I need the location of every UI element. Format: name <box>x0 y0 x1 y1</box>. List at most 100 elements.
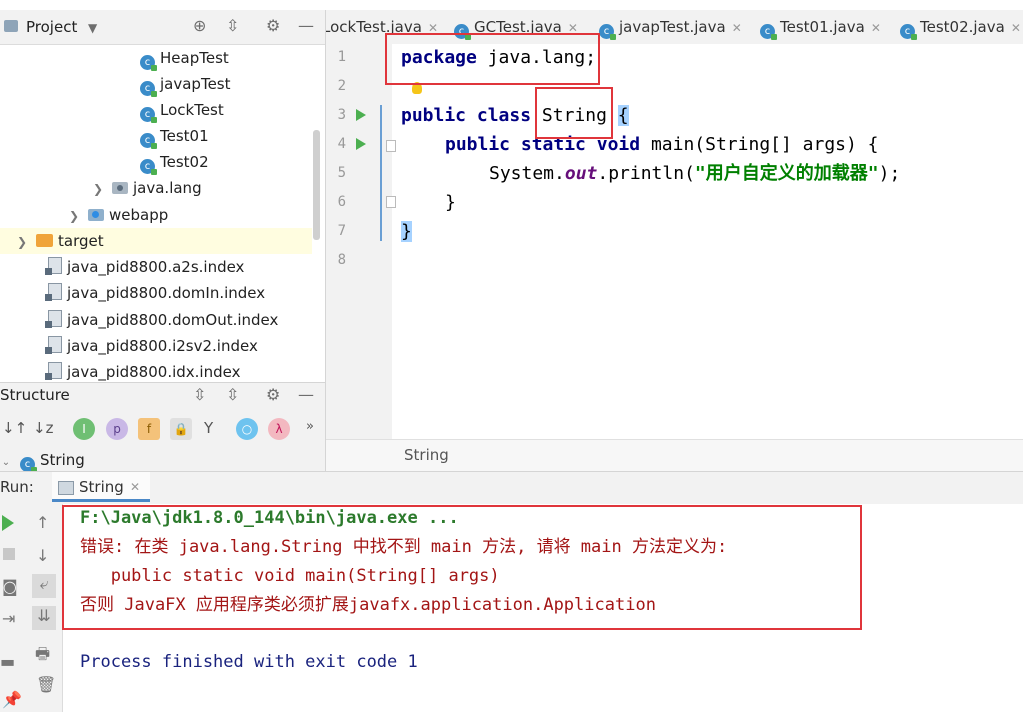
class-icon: c <box>140 55 157 71</box>
project-panel-title[interactable]: Project <box>26 18 77 36</box>
tree-item[interactable]: c HeapTest <box>140 45 229 71</box>
expand-all-icon[interactable]: ⇳ <box>193 387 206 403</box>
fold-icon[interactable] <box>386 196 396 208</box>
package-icon <box>112 182 128 194</box>
file-icon <box>45 362 62 380</box>
tree-item[interactable]: ❯ java.lang <box>92 175 202 201</box>
class-icon: c <box>599 24 616 40</box>
close-icon[interactable]: ✕ <box>732 21 742 35</box>
tab-javaptest[interactable]: c javapTest.java ✕ <box>599 10 742 44</box>
line-number: 1 <box>337 49 346 65</box>
show-inherited-icon[interactable]: I <box>73 418 95 440</box>
print-icon[interactable]: 🖶 <box>35 643 50 670</box>
arrow-down-icon[interactable]: ↓ <box>36 546 49 565</box>
locate-icon[interactable]: ⊕ <box>193 18 206 34</box>
collapse-all-icon[interactable]: ⇳ <box>226 18 239 34</box>
run-panel-header <box>0 471 1023 506</box>
project-view-icon <box>4 20 18 32</box>
class-icon: c <box>140 81 157 97</box>
collapse-all-icon[interactable]: ⇳ <box>226 387 239 403</box>
tree-item[interactable]: java_pid8800.i2sv2.index <box>45 333 258 359</box>
console-line: Process finished with exit code 1 <box>80 652 418 672</box>
file-icon <box>45 310 62 328</box>
code-line-6: } <box>445 192 456 213</box>
show-lambdas-icon[interactable]: ○ <box>236 418 258 440</box>
folder-icon <box>36 234 53 247</box>
class-icon: c <box>760 24 777 40</box>
show-anonymous-icon[interactable]: Y <box>204 419 213 437</box>
class-icon: c <box>140 133 157 149</box>
structure-panel-title: Structure <box>0 386 70 404</box>
tree-item[interactable]: c javapTest <box>140 71 231 97</box>
run-gutter-icon[interactable] <box>356 109 366 121</box>
rerun-icon[interactable] <box>2 515 14 531</box>
annotation-box <box>385 33 600 85</box>
tree-item[interactable]: c Test02 <box>140 149 209 175</box>
run-panel-label: Run: <box>0 478 34 496</box>
camera-icon[interactable]: ◙ <box>2 577 18 596</box>
show-fields-icon[interactable]: f <box>138 418 160 440</box>
close-icon[interactable]: ✕ <box>871 21 881 35</box>
line-number: 2 <box>337 78 346 94</box>
chevron-right-icon[interactable]: ❯ <box>68 203 80 229</box>
structure-item[interactable]: ⌄ c String <box>0 451 85 473</box>
tab-test02[interactable]: c Test02.java ✕ <box>900 10 1021 44</box>
tree-item[interactable]: ❯ target <box>0 228 312 254</box>
lambda-icon[interactable]: λ <box>268 418 290 440</box>
code-editor[interactable] <box>392 44 1023 439</box>
tree-item[interactable]: c LockTest <box>140 97 224 123</box>
minimize-icon[interactable]: — <box>298 387 314 403</box>
chevron-down-icon[interactable]: ⌄ <box>0 457 12 468</box>
arrow-up-icon[interactable]: ↑ <box>36 513 49 532</box>
trash-icon[interactable]: 🗑 <box>36 675 56 694</box>
sort-by-type-icon[interactable]: ↓↑ <box>2 419 27 437</box>
class-icon: c <box>20 457 37 473</box>
run-gutter-icon[interactable] <box>356 138 366 150</box>
annotation-box <box>535 87 613 139</box>
project-panel-header: Project ▼ ⊕ ⇳ ⚙ — <box>0 10 325 45</box>
layout-icon[interactable]: ▬ <box>0 652 15 671</box>
gear-icon[interactable]: ⚙ <box>266 18 280 34</box>
line-number: 4 <box>337 136 346 152</box>
stop-icon[interactable] <box>3 548 15 560</box>
file-icon <box>45 283 62 301</box>
scroll-to-end-icon[interactable]: ⇊ <box>32 606 56 630</box>
close-icon[interactable]: ✕ <box>130 480 140 494</box>
file-icon <box>45 336 62 354</box>
more-icon[interactable]: » <box>306 419 314 434</box>
sort-alphabetically-icon[interactable]: ↓z <box>33 419 53 437</box>
fold-icon[interactable] <box>386 140 396 152</box>
chevron-down-icon[interactable]: ▼ <box>88 20 97 36</box>
run-tab-label: String <box>79 478 124 496</box>
tree-item[interactable]: ❯ webapp <box>68 202 168 228</box>
code-line-7: } <box>401 221 412 242</box>
close-icon[interactable]: ✕ <box>1011 21 1021 35</box>
class-icon: c <box>140 159 157 175</box>
tab-test01[interactable]: c Test01.java ✕ <box>760 10 881 44</box>
restore-layout-icon[interactable]: ⇥ <box>2 609 15 628</box>
line-number: 6 <box>337 194 346 210</box>
code-line-5: System.out.println("用户自定义的加载器"); <box>489 163 901 184</box>
code-line-4: public static void main(String[] args) { <box>445 134 879 155</box>
project-scrollbar[interactable] <box>313 130 320 240</box>
line-number: 3 <box>337 107 346 123</box>
gear-icon[interactable]: ⚙ <box>266 387 280 403</box>
soft-wrap-icon[interactable]: ⤶ <box>32 574 56 598</box>
tree-item[interactable]: java_pid8800.a2s.index <box>45 254 244 280</box>
tree-item[interactable]: c Test01 <box>140 123 209 149</box>
show-non-public-icon[interactable]: 🔒 <box>170 418 192 440</box>
chevron-right-icon[interactable]: ❯ <box>16 229 28 255</box>
tree-item[interactable]: java_pid8800.domOut.index <box>45 307 278 333</box>
pin-icon[interactable]: 📌 <box>2 690 22 709</box>
annotation-box <box>62 505 862 630</box>
file-icon <box>45 257 62 275</box>
run-config-icon <box>58 481 74 495</box>
minimize-icon[interactable]: — <box>298 18 314 34</box>
show-properties-icon[interactable]: p <box>106 418 128 440</box>
chevron-right-icon[interactable]: ❯ <box>92 176 104 202</box>
breadcrumb[interactable]: String <box>404 446 449 464</box>
tree-item[interactable]: java_pid8800.domIn.index <box>45 280 265 306</box>
web-folder-icon <box>88 209 104 221</box>
class-icon: c <box>900 24 917 40</box>
tree-item[interactable]: java_pid8800.idx.index <box>45 359 240 382</box>
